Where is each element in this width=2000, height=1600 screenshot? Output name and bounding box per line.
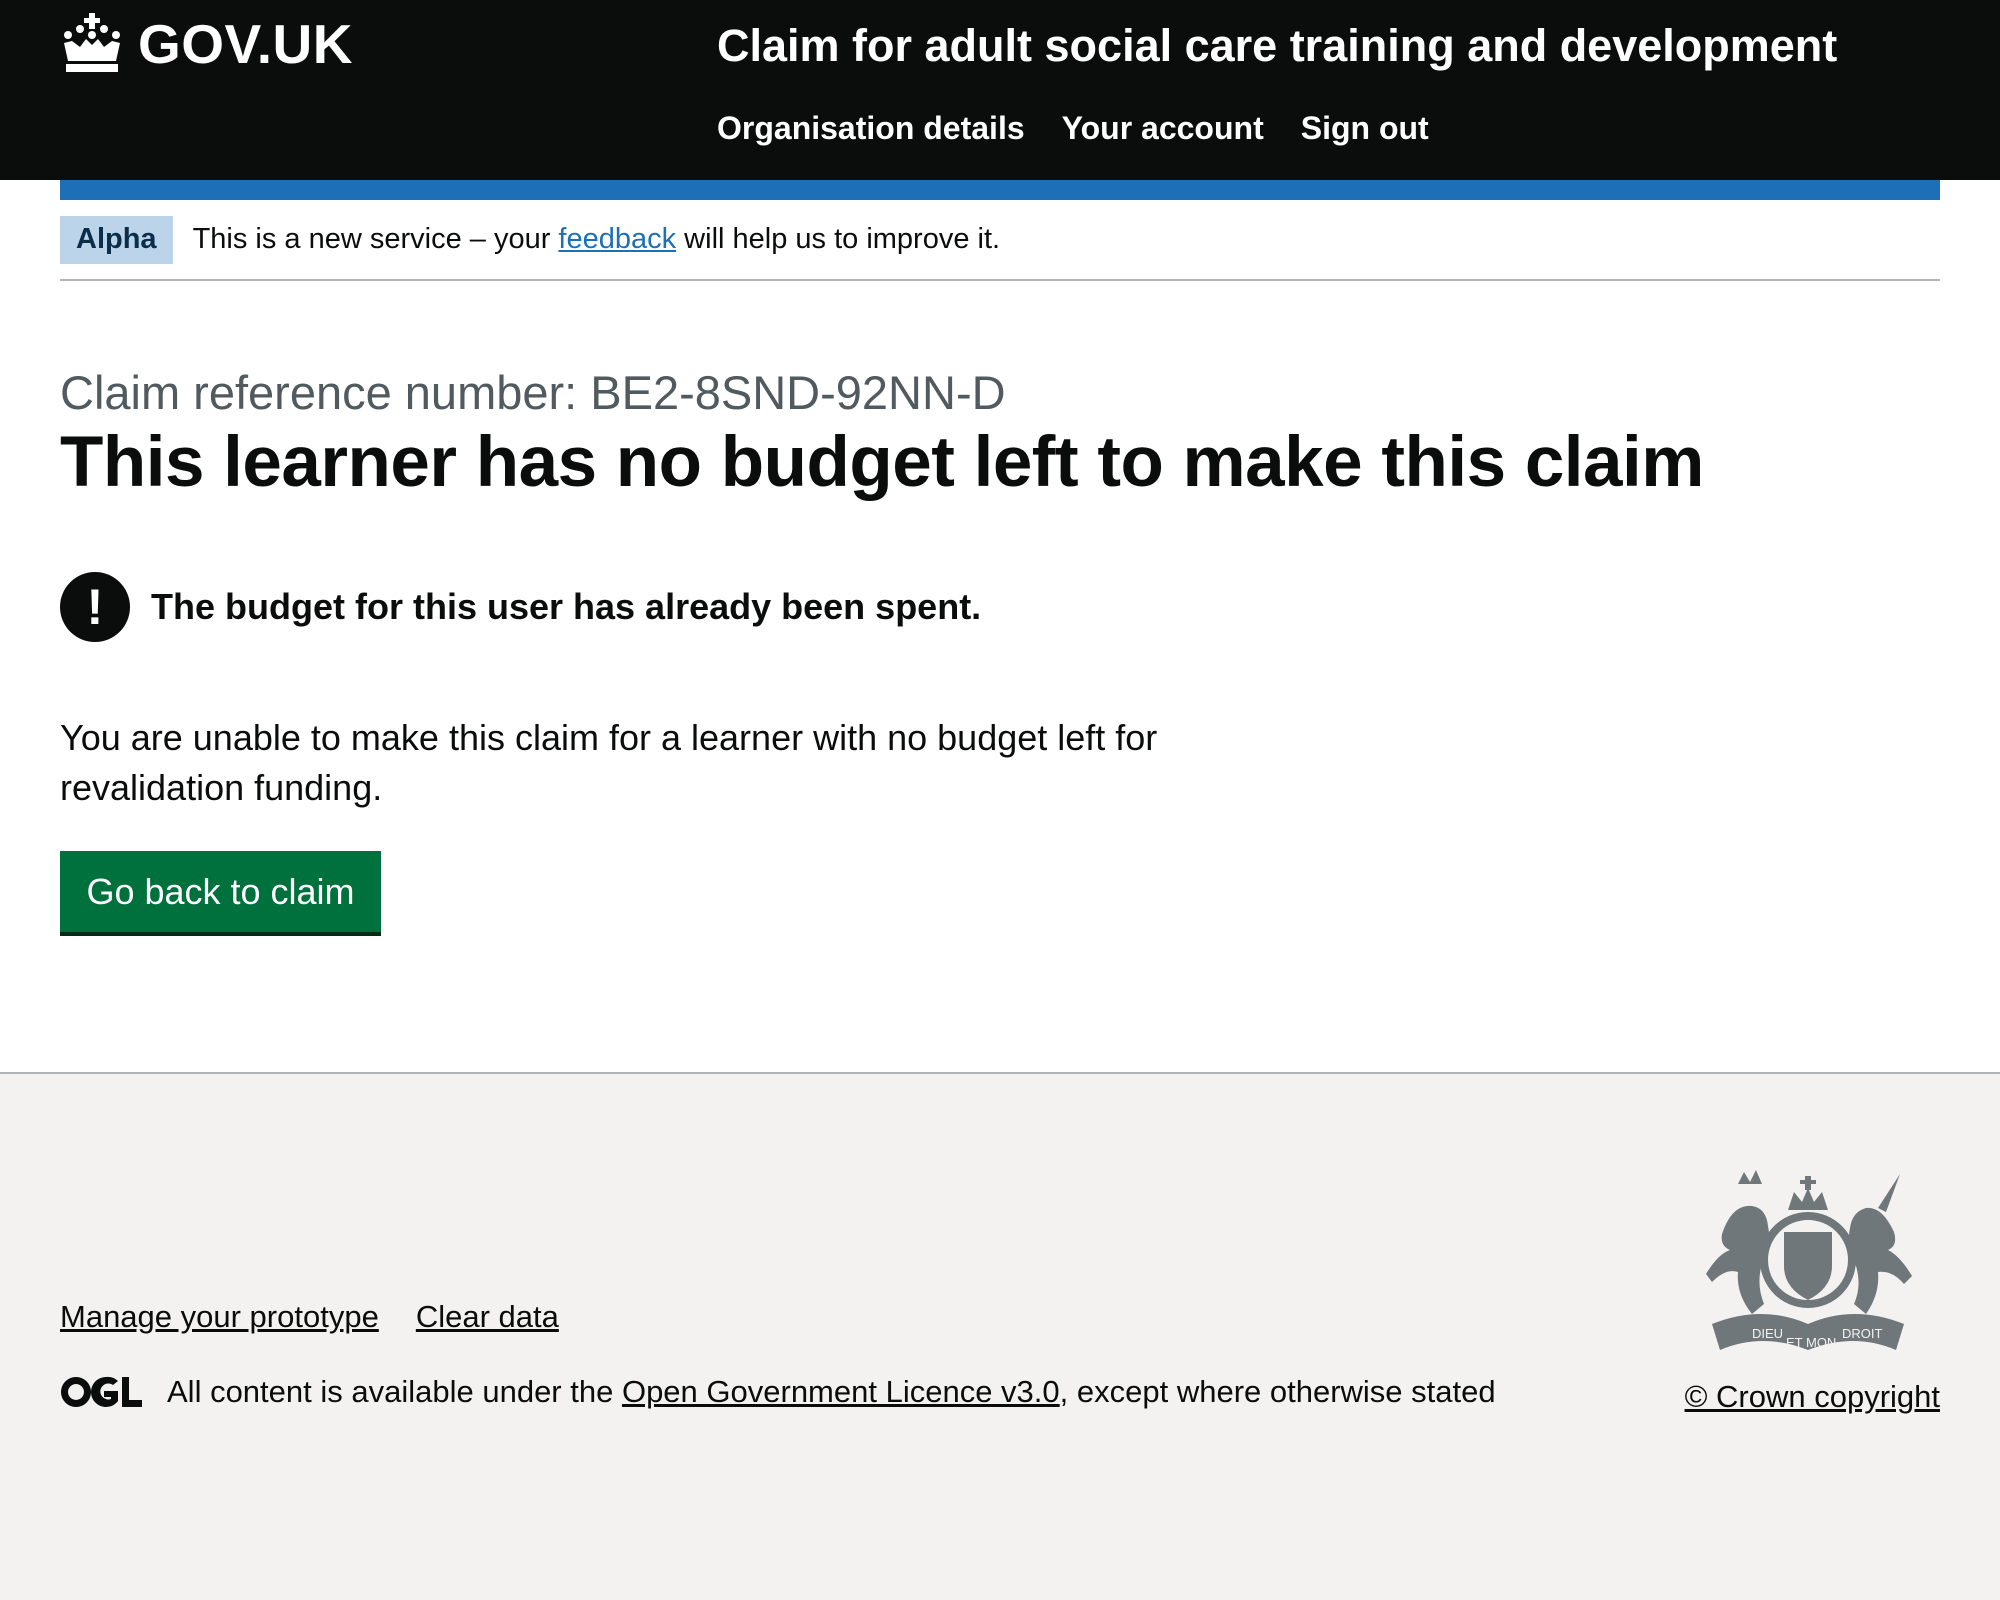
phase-text-before: This is a new service – your xyxy=(192,223,559,255)
phase-banner-text: This is a new service – your feedback wi… xyxy=(193,223,1001,256)
phase-text-after: will help us to improve it. xyxy=(676,223,1001,255)
licence-block: All content is available under the Open … xyxy=(60,1374,1496,1410)
phase-tag: Alpha xyxy=(60,215,173,264)
govuk-logo-link[interactable]: GOV.UK xyxy=(60,12,353,76)
licence-text-before: All content is available under the xyxy=(167,1374,622,1409)
site-footer: DIEU ET MON DROIT Manage your prototype … xyxy=(0,1072,2000,1600)
royal-coat-of-arms: DIEU ET MON DROIT xyxy=(1706,1170,1912,1350)
claim-reference-caption: Claim reference number: BE2-8SND-92NN-D xyxy=(60,366,1006,419)
warning-text-block: ! The budget for this user has already b… xyxy=(60,572,981,642)
service-name-link[interactable]: Claim for adult social care training and… xyxy=(717,20,1837,72)
nav-your-account[interactable]: Your account xyxy=(1062,110,1264,147)
licence-text-after: , except where otherwise stated xyxy=(1059,1374,1496,1409)
feedback-link[interactable]: feedback xyxy=(558,223,676,255)
header-navigation: Organisation details Your account Sign o… xyxy=(717,110,1429,147)
manage-prototype-link[interactable]: Manage your prototype xyxy=(60,1299,379,1335)
logo-text: GOV.UK xyxy=(138,13,353,75)
crown-icon xyxy=(64,13,120,72)
crest-motto-center: ET MON xyxy=(1786,1335,1836,1350)
phase-banner: Alpha This is a new service – your feedb… xyxy=(60,200,1940,281)
crest-motto-right: DROIT xyxy=(1842,1326,1883,1341)
crown-copyright-link[interactable]: © Crown copyright xyxy=(1685,1379,1940,1415)
ogl-logo xyxy=(61,1376,142,1407)
footer-links: Manage your prototype Clear data xyxy=(60,1299,559,1335)
licence-text: All content is available under the Open … xyxy=(167,1374,1496,1410)
page-title: This learner has no budget left to make … xyxy=(60,423,1704,502)
warning-icon: ! xyxy=(60,572,130,642)
warning-message: The budget for this user has already bee… xyxy=(151,586,982,627)
clear-data-link[interactable]: Clear data xyxy=(416,1299,559,1335)
go-back-to-claim-button[interactable]: Go back to claim xyxy=(60,851,381,932)
body-paragraph: You are unable to make this claim for a … xyxy=(60,717,1158,808)
crest-motto-left: DIEU xyxy=(1752,1326,1783,1341)
header-blue-bar xyxy=(60,180,1940,200)
ogl-licence-link[interactable]: Open Government Licence v3.0 xyxy=(622,1374,1060,1409)
nav-organisation-details[interactable]: Organisation details xyxy=(717,110,1025,147)
nav-sign-out[interactable]: Sign out xyxy=(1301,110,1429,147)
site-header: GOV.UK Claim for adult social care train… xyxy=(0,0,2000,180)
